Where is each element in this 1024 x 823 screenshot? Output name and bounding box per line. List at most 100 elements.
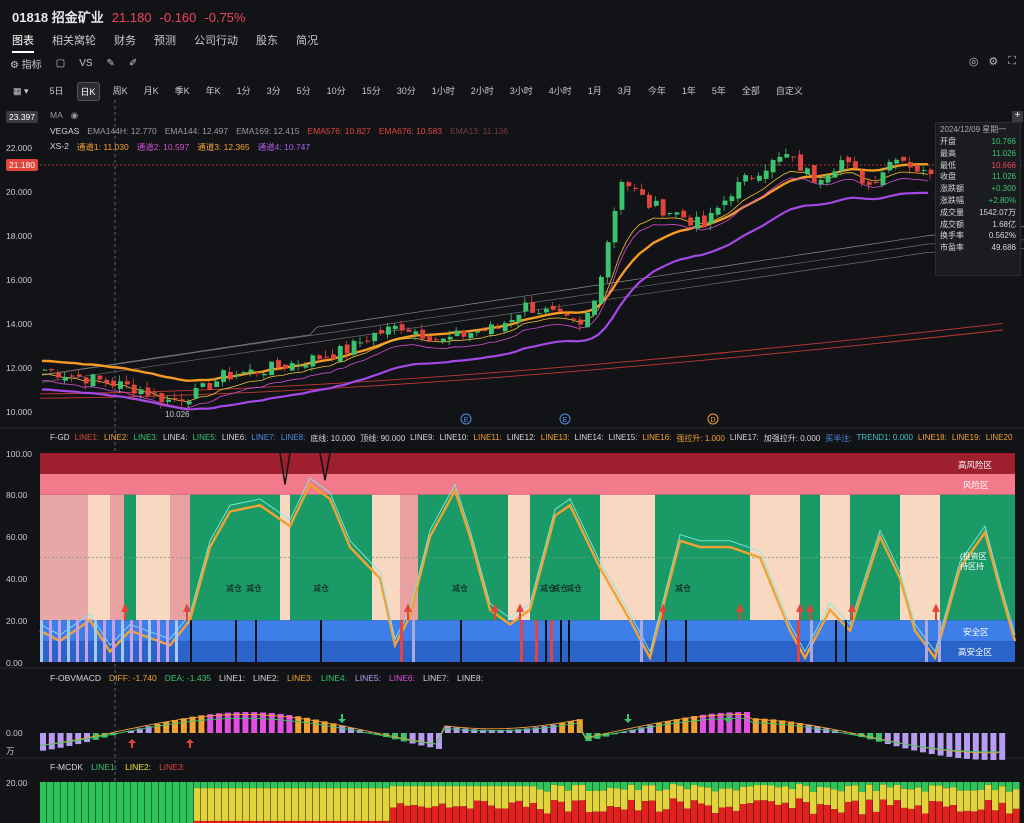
mcdk-green-bar <box>1006 782 1013 792</box>
candle-body <box>756 175 762 181</box>
obv-histogram-bar <box>779 720 786 733</box>
lg2-item-2: 通道2: 10.597 <box>136 142 190 152</box>
mcdk-yellow-bar <box>334 788 341 821</box>
fgd-signal-bar <box>400 620 403 662</box>
fgd-signal-bar <box>535 620 538 662</box>
mcdk-green-bar <box>502 782 509 787</box>
mcdk-red-bar <box>474 800 481 823</box>
candle-body <box>193 388 199 399</box>
event-marker-label-1: E <box>563 417 568 424</box>
mcdk-yellow-bar <box>754 785 761 801</box>
mcdk-green-bar <box>124 782 131 823</box>
fgd-signal-bar <box>67 620 70 662</box>
mcdk-green-bar <box>320 782 327 789</box>
mcdk-red-bar <box>887 805 894 823</box>
candle-body <box>770 160 776 173</box>
obvmacd-legend: F-OBVMACD DIFF: -1.740 DEA: -1.435 LINE1: LI… <box>50 673 483 683</box>
fgd-signal-bar <box>685 620 687 662</box>
mcdk-green-bar <box>943 782 950 789</box>
mcdk-red-bar <box>635 810 642 823</box>
mcdk-yellow-bar <box>551 784 558 800</box>
candle-body <box>118 381 123 389</box>
mcdk-yellow-bar <box>467 786 474 809</box>
fgd-signal-bar <box>49 620 52 662</box>
candle-body <box>413 331 419 335</box>
event-marker-label-0: E <box>464 417 469 424</box>
candle-body <box>482 330 487 332</box>
fgd-signal-bar <box>938 620 941 662</box>
mcdk-yellow-bar <box>670 784 677 799</box>
mcdk-green-bar <box>453 782 460 787</box>
lg2-item-1: 通道1: 11.030 <box>76 142 129 152</box>
mcdk-yellow-bar <box>299 788 306 821</box>
mcdk-yellow-bar <box>838 791 845 813</box>
fgd-signal-bar <box>58 620 61 662</box>
obv-histogram-bar <box>664 721 671 733</box>
mcdk-yellow-bar <box>593 790 600 812</box>
safe-zone-label: 安全区 <box>963 627 989 637</box>
mcdk-green-bar <box>516 782 523 787</box>
mcdk-red-bar <box>782 802 789 823</box>
candle-body <box>846 157 852 163</box>
obv-histogram-bar <box>189 716 196 733</box>
candle-body <box>859 170 865 184</box>
ema144h-line <box>41 226 1024 376</box>
fgd-legend: F-GD LINE1: LINE2: LINE3: LINE4: LINE5: LINE6:… <box>50 433 1012 444</box>
mcdk-green-bar <box>642 782 649 786</box>
mcdk-green-bar <box>285 782 292 789</box>
mcdk-green-bar <box>656 782 663 791</box>
info-key: 收盘 <box>940 172 956 182</box>
obv-histogram-bar <box>207 714 214 733</box>
mcdk-green-bar <box>579 782 586 786</box>
event-marker-label-2: D <box>710 417 715 424</box>
mcdk-yellow-bar <box>628 784 635 800</box>
candle-body <box>688 217 694 226</box>
mcdk-red-bar <box>488 805 495 823</box>
mcdk-yellow-bar <box>488 786 495 806</box>
eye-icon[interactable]: ◉ <box>71 110 78 121</box>
mcdk-yellow-bar <box>264 788 271 821</box>
lg3-item-20: LINE17: <box>729 433 759 442</box>
candle-body <box>674 212 680 215</box>
mcdk-red-bar <box>971 811 978 823</box>
mcdk-green-bar <box>201 782 208 789</box>
channel1-line <box>41 170 929 403</box>
lg3-item-2: LINE2: <box>104 433 129 442</box>
fgd-signal-bar <box>190 620 192 662</box>
lg4-item-9: LINE7: <box>423 673 450 683</box>
candle-body <box>516 314 522 323</box>
mcdk-green-bar <box>523 782 530 787</box>
candle-body <box>633 187 639 189</box>
candle-body <box>853 161 858 169</box>
lg4-item-6: LINE4: <box>321 673 348 683</box>
mcdk-yellow-bar <box>229 788 236 821</box>
mcdk-green-bar <box>460 782 467 787</box>
mcdk-yellow-bar <box>285 788 292 821</box>
fgd-tick-2: 60.00 <box>6 532 28 542</box>
obv-histogram-bar <box>796 722 803 733</box>
mcdk-green-bar <box>859 782 866 793</box>
mcdk-green-bar <box>145 782 152 823</box>
mcdk-green-bar <box>369 782 376 789</box>
add-icon[interactable]: + <box>1012 111 1023 122</box>
fgd-signal-bar <box>835 620 837 662</box>
chart-canvas[interactable]: E E D减仓 减仓 减仓 减仓 减仓减仓减仓 减仓 <box>0 0 1024 823</box>
candle-body <box>392 325 398 330</box>
lg1-item-6: EMA13: 11.136 <box>450 126 509 136</box>
invest-label-2: 持区持 <box>960 562 984 571</box>
mcdk-red-bar <box>607 806 614 823</box>
candle-body <box>619 181 625 210</box>
mcdk-yellow-bar <box>425 786 432 808</box>
candle-body <box>612 210 618 243</box>
mcdk-red-bar <box>859 814 866 823</box>
mcdk-red-bar <box>404 805 411 823</box>
candle-body <box>708 212 714 225</box>
lg3-item-13: LINE11: <box>473 433 502 442</box>
mcdk-green-bar <box>537 782 544 790</box>
fgd-signal-bar <box>925 620 928 662</box>
mcdk-green-bar <box>61 782 68 823</box>
mcdk-red-bar <box>894 800 901 823</box>
reduce-label-6: 减仓 <box>566 583 582 593</box>
candle-body <box>715 207 721 215</box>
mcdk-green-bar <box>488 782 495 787</box>
